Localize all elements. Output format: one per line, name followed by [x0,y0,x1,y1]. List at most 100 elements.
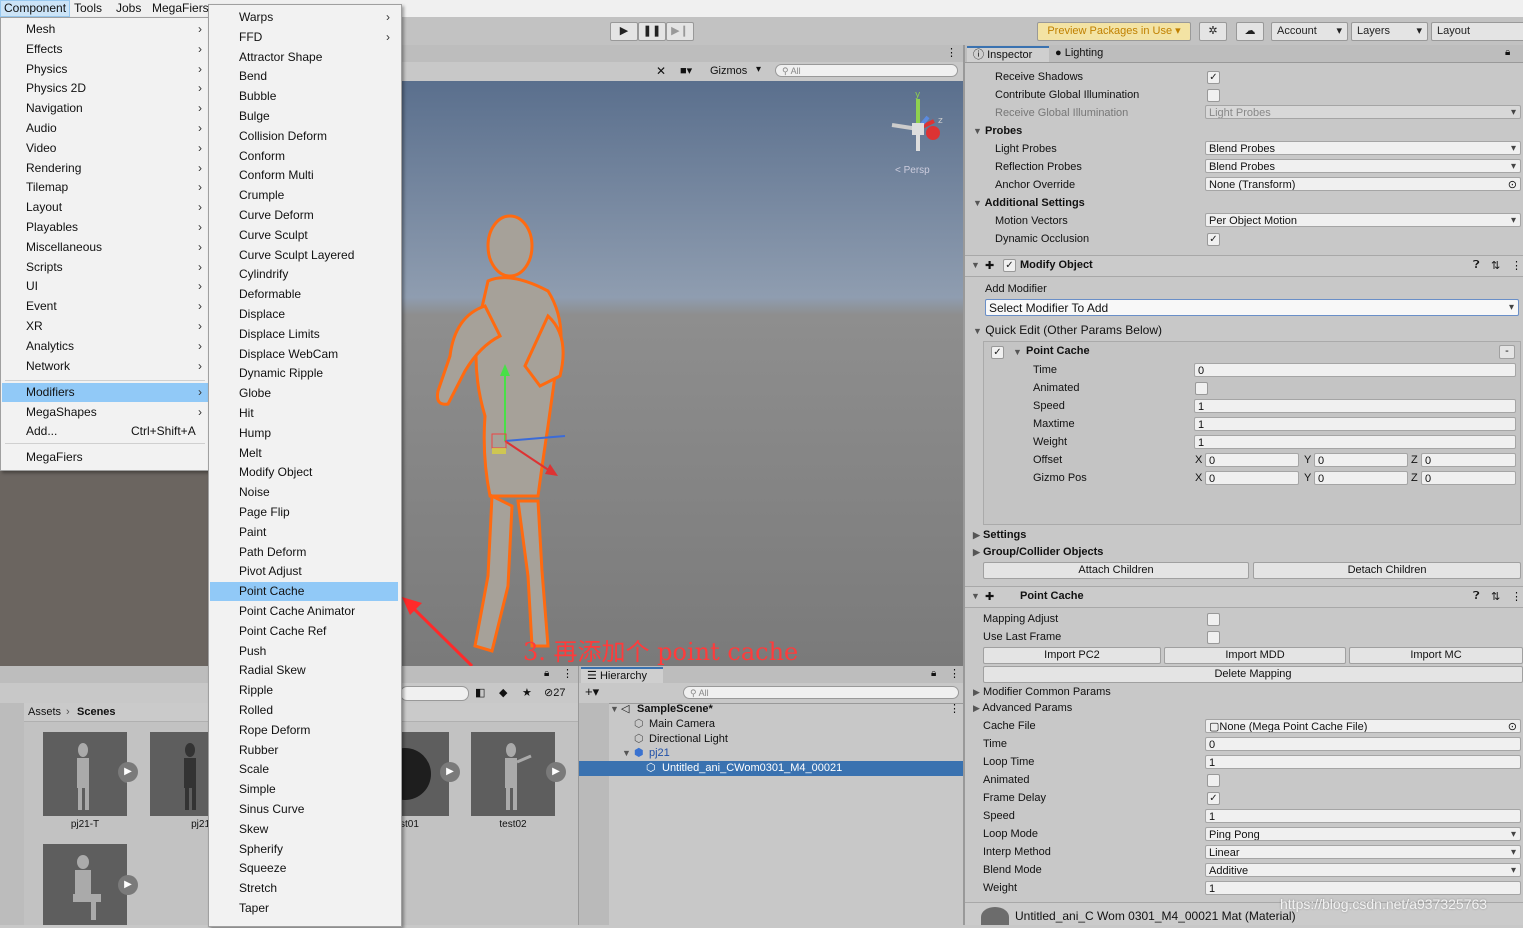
modifier-common-section[interactable]: ▶ Modifier Common Params [973,686,1111,698]
modifier-item-conform-multi[interactable]: Conform Multi [210,166,398,185]
breadcrumb-assets[interactable]: Assets [28,703,61,721]
play-preview-icon[interactable]: ▶ [118,875,138,895]
modifier-item-curve-sculpt[interactable]: Curve Sculpt [210,226,398,245]
pc-speed-field[interactable]: 1 [1194,399,1516,413]
hierarchy-search-input[interactable]: ⚲ All [683,686,959,699]
layout-dropdown[interactable]: Layout [1431,22,1523,41]
gizmos-dropdown[interactable]: Gizmos [710,65,747,77]
modifier-item-rubber[interactable]: Rubber [210,741,398,760]
tab-hierarchy[interactable]: ☰ Hierarchy [581,667,663,683]
modifier-item-attractor-shape[interactable]: Attractor Shape [210,48,398,67]
delete-mapping-button[interactable]: Delete Mapping [983,666,1523,683]
reflection-probes-dropdown[interactable]: Blend Probes [1205,159,1521,173]
asset-thumb[interactable] [150,732,208,816]
menu-item-16[interactable]: Analytics › [2,337,208,356]
contribute-gi-checkbox[interactable] [1207,89,1220,102]
select-modifier-dropdown[interactable]: Select Modifier To Add [985,299,1519,316]
modifier-item-curve-deform[interactable]: Curve Deform [210,206,398,225]
pause-button[interactable]: ❚❚ [638,22,666,41]
blend-mode-dropdown[interactable]: Additive [1205,863,1521,877]
settings-section[interactable]: ▶ Settings [973,529,1026,541]
modifier-item-page-flip[interactable]: Page Flip [210,503,398,522]
pc-maxtime-field[interactable]: 1 [1194,417,1516,431]
anchor-override-field[interactable]: None (Transform) ⊙ [1205,177,1521,191]
expand-icon[interactable]: ▼ [973,198,982,208]
modifier-item-spherify[interactable]: Spherify [210,840,398,859]
asset-thumb[interactable] [43,732,137,816]
modifier-item-noise[interactable]: Noise [210,483,398,502]
import-pc2-button[interactable]: Import PC2 [983,647,1161,664]
help-icon[interactable]: ❓︎ [1473,259,1480,272]
pc-weight-field[interactable]: 1 [1194,435,1516,449]
preset-icon[interactable]: ⇅ [1491,590,1500,603]
modifier-item-hump[interactable]: Hump [210,424,398,443]
help-icon[interactable]: ❓︎ [1473,590,1480,603]
hidden-count-icon[interactable]: ⊘27 [544,686,565,699]
project-search-input[interactable] [400,686,469,701]
modifier-item-point-cache[interactable]: Point Cache [210,582,398,602]
modifier-item-melt[interactable]: Melt [210,444,398,463]
modifier-item-path-deform[interactable]: Path Deform [210,543,398,562]
modifier-item-globe[interactable]: Globe [210,384,398,403]
filter-type-icon[interactable]: ◧ [475,686,485,699]
menu-item-12[interactable]: Scripts › [2,258,208,277]
gizmo-y-field[interactable]: 0 [1314,471,1408,485]
modifier-item-conform[interactable]: Conform [210,147,398,166]
tab-lighting[interactable]: ● Lighting [1055,47,1103,59]
modifier-item-modify-object[interactable]: Modify Object [210,463,398,482]
menu-item-8[interactable]: Tilemap › [2,178,208,197]
modifier-item-scale[interactable]: Scale [210,760,398,779]
gizmo-x-field[interactable]: 0 [1205,471,1299,485]
more-icon[interactable]: ⋮ [946,46,957,59]
light-probes-dropdown[interactable]: Blend Probes [1205,141,1521,155]
menu-megafiers[interactable]: MegaFiers [149,1,212,16]
menu-item-14[interactable]: Event › [2,297,208,316]
modifier-item-stretch[interactable]: Stretch [210,879,398,898]
expand-icon[interactable]: ▶ [973,687,980,697]
expand-icon[interactable]: ▶ [973,547,980,557]
menu-item-3[interactable]: Physics 2D › [2,79,208,98]
lock-icon[interactable]: 🔒︎ [1505,47,1510,58]
gizmos-chevron-icon[interactable]: ▾ [756,64,761,75]
modifier-item-displace[interactable]: Displace [210,305,398,324]
menu-item-2[interactable]: Physics › [2,60,208,79]
scene-viewport[interactable]: y z < Persp 3. 再添加个 point cache [400,81,963,666]
receive-shadows-checkbox[interactable]: ✓ [1207,71,1220,84]
modifier-item-rolled[interactable]: Rolled [210,701,398,720]
modifier-item-push[interactable]: Push [210,642,398,661]
lock-icon[interactable]: 🔒︎ [931,668,936,679]
collab-icon[interactable]: ✲ [1199,22,1227,41]
modify-object-header[interactable]: ▼ ✚ ✓ Modify Object ❓︎ ⇅ ⋮ [965,255,1523,277]
menu-item-add[interactable]: Add... Ctrl+Shift+A [2,422,208,441]
menu-item-4[interactable]: Navigation › [2,99,208,118]
time-field[interactable]: 0 [1205,737,1521,751]
modifier-item-taper[interactable]: Taper [210,899,398,918]
modifier-item-point-cache-ref[interactable]: Point Cache Ref [210,622,398,641]
modifier-item-deformable[interactable]: Deformable [210,285,398,304]
modifier-item-bulge[interactable]: Bulge [210,107,398,126]
weight-field[interactable]: 1 [1205,881,1521,895]
modifier-item-paint[interactable]: Paint [210,523,398,542]
offset-y-field[interactable]: 0 [1314,453,1408,467]
detach-children-button[interactable]: Detach Children [1253,562,1521,579]
menu-item-megashapes[interactable]: MegaShapes › [2,403,208,422]
loop-time-field[interactable]: 1 [1205,755,1521,769]
modifier-item-squeeze[interactable]: Squeeze [210,859,398,878]
hierarchy-row[interactable]: ⬡ Main Camera [579,717,964,732]
preview-packages-button[interactable]: Preview Packages in Use ▾ [1037,22,1191,41]
play-preview-icon[interactable]: ▶ [440,762,460,782]
interp-method-dropdown[interactable]: Linear [1205,845,1521,859]
modifier-item-displace-limits[interactable]: Displace Limits [210,325,398,344]
component-more-icon[interactable]: ⋮ [1511,590,1522,603]
motion-vectors-dropdown[interactable]: Per Object Motion [1205,213,1521,227]
point-cache-header[interactable]: ▼ ✚ Point Cache ❓︎ ⇅ ⋮ [965,586,1523,608]
menu-item-9[interactable]: Layout › [2,198,208,217]
lock-icon[interactable]: 🔒︎ [544,668,549,679]
modifier-item-bubble[interactable]: Bubble [210,87,398,106]
menu-item-0[interactable]: Mesh › [2,20,208,39]
menu-item-5[interactable]: Audio › [2,119,208,138]
animated-checkbox[interactable] [1207,774,1220,787]
expand-icon[interactable]: ▶ [973,530,980,540]
receive-gi-dropdown[interactable]: Light Probes [1205,105,1521,119]
camera-icon[interactable]: ■▾ [680,64,692,77]
